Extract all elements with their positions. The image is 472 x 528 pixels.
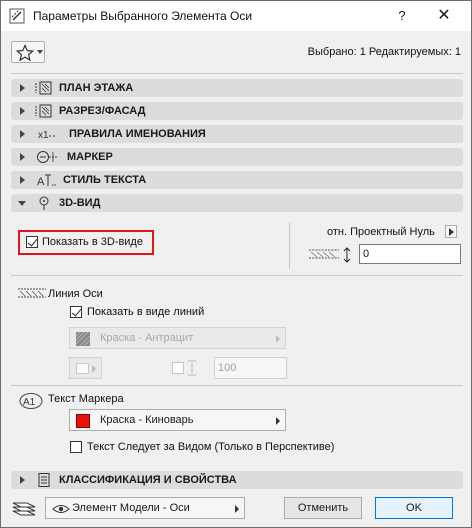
line-type-dropdown[interactable] <box>69 357 102 379</box>
section-divider <box>11 275 463 276</box>
panel-label: 3D-ВИД <box>59 197 101 209</box>
axis-line-icon <box>18 288 46 298</box>
expand-arrow-icon <box>20 476 25 484</box>
paint-swatch-icon <box>76 332 90 346</box>
elevation-icon <box>309 247 351 263</box>
line-type-swatch-icon <box>76 363 89 374</box>
panel-section-elevation[interactable]: РАЗРЕЗ/ФАСАД <box>11 102 463 120</box>
line-paint-value: Краска - Антрацит <box>100 332 194 344</box>
marker-paint-dropdown[interactable]: Краска - Киноварь <box>69 409 286 431</box>
collapse-arrow-icon <box>18 201 26 206</box>
reference-menu-button[interactable] <box>445 225 457 238</box>
expand-arrow-icon <box>20 84 25 92</box>
ok-button[interactable]: OK <box>375 497 453 519</box>
dropdown-arrow-icon <box>276 335 280 343</box>
favorites-dropdown-icon <box>37 50 43 54</box>
axis-line-label: Линия Оси <box>48 288 103 300</box>
dropdown-arrow-icon <box>92 365 96 373</box>
layer-dropdown[interactable]: Элемент Модели - Оси <box>45 497 245 519</box>
selection-info: Выбрано: 1 Редактируемых: 1 <box>307 46 461 58</box>
show-as-lines-checkbox[interactable] <box>70 306 82 318</box>
reference-label: отн. Проектный Нуль <box>327 226 435 238</box>
marker-text-label: Текст Маркера <box>48 393 124 405</box>
layer-value: Элемент Модели - Оси <box>72 502 190 514</box>
line-thickness-checkbox[interactable] <box>172 362 184 374</box>
show-in-3d-label: Показать в 3D-виде <box>42 236 143 248</box>
header-divider <box>11 73 463 74</box>
panel-floor-plan[interactable]: ПЛАН ЭТАЖА <box>11 79 463 97</box>
window-title: Параметры Выбранного Элемента Оси <box>33 9 253 23</box>
panel-label: КЛАССИФИКАЦИЯ И СВОЙСТВА <box>59 474 237 486</box>
thickness-icon <box>188 360 196 376</box>
svg-text:A1: A1 <box>23 397 36 408</box>
show-in-3d-checkbox[interactable] <box>26 236 38 248</box>
title-bar: Параметры Выбранного Элемента Оси ? ✕ <box>1 1 471 31</box>
marker-icon <box>37 151 57 163</box>
line-thickness-input[interactable]: 100 <box>214 357 287 379</box>
cancel-button[interactable]: Отменить <box>284 497 362 519</box>
paint-swatch-icon <box>76 414 90 428</box>
expand-arrow-icon <box>20 153 25 161</box>
arrow-right-icon <box>449 228 454 236</box>
panel-marker[interactable]: МАРКЕР <box>11 148 463 166</box>
expand-arrow-icon <box>20 107 25 115</box>
panel-label: ПЛАН ЭТАЖА <box>59 82 134 94</box>
help-button[interactable]: ? <box>387 5 417 27</box>
follow-view-label: Текст Следует за Видом (Только в Перспек… <box>87 441 335 453</box>
panel-label: СТИЛЬ ТЕКСТА <box>63 174 147 186</box>
panel-label: МАРКЕР <box>67 151 113 163</box>
dialog-window: Параметры Выбранного Элемента Оси ? ✕ Вы… <box>0 0 472 528</box>
floor-plan-icon <box>35 81 52 95</box>
dropdown-arrow-icon <box>235 505 239 513</box>
elevation-input[interactable]: 0 <box>359 244 461 264</box>
panel-label: ПРАВИЛА ИМЕНОВАНИЯ <box>69 128 206 140</box>
line-paint-dropdown[interactable]: Краска - Антрацит <box>69 327 286 349</box>
vertical-divider <box>289 222 290 269</box>
panel-3d-view[interactable]: 3D-ВИД <box>11 194 463 212</box>
section-elevation-icon <box>35 104 52 118</box>
svg-text:A: A <box>37 176 45 188</box>
3d-view-icon <box>39 196 49 210</box>
panel-label: РАЗРЕЗ/ФАСАД <box>59 105 146 117</box>
show-as-lines-label: Показать в виде линий <box>87 306 205 318</box>
panel-naming-rules[interactable]: x1 ПРАВИЛА ИМЕНОВАНИЯ <box>11 125 463 143</box>
text-style-icon: A <box>37 174 57 188</box>
svg-text:x1: x1 <box>38 130 49 141</box>
panel-text-style[interactable]: A СТИЛЬ ТЕКСТА <box>11 171 463 189</box>
expand-arrow-icon <box>20 130 25 138</box>
close-button[interactable]: ✕ <box>429 5 459 27</box>
eye-icon <box>52 505 70 513</box>
follow-view-checkbox[interactable] <box>70 441 82 453</box>
marker-paint-value: Краска - Киноварь <box>100 414 194 426</box>
section-divider <box>11 385 463 386</box>
marker-text-icon: A1 <box>19 393 43 409</box>
layers-icon <box>12 502 36 516</box>
naming-rules-icon: x1 <box>38 130 55 141</box>
dropdown-arrow-icon <box>276 417 280 425</box>
classification-icon <box>38 473 50 487</box>
star-icon <box>15 44 35 62</box>
app-icon <box>9 8 25 24</box>
panel-classification[interactable]: КЛАССИФИКАЦИЯ И СВОЙСТВА <box>11 471 463 489</box>
expand-arrow-icon <box>20 176 25 184</box>
